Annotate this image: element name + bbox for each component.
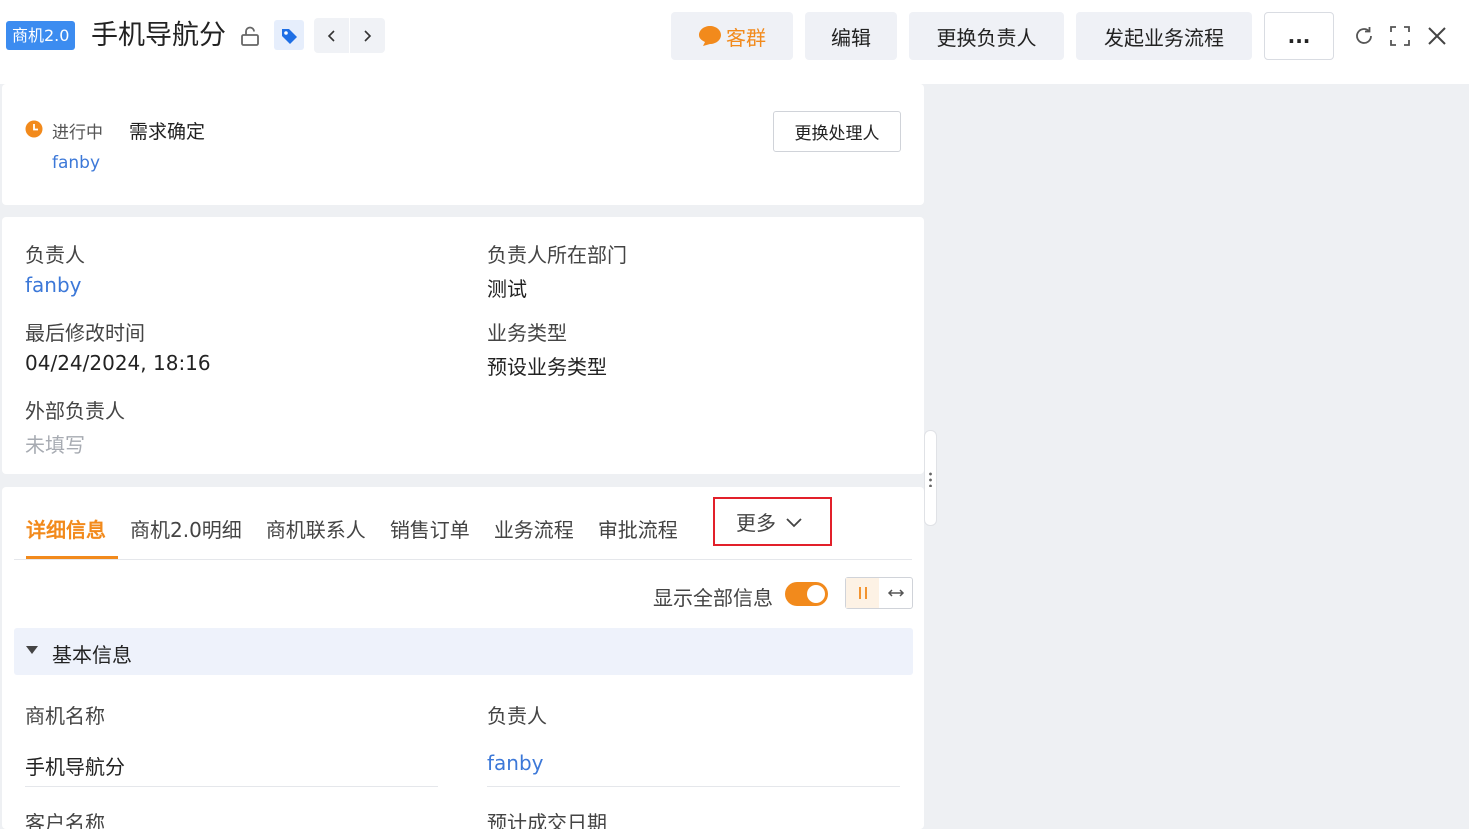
caret-down-icon — [26, 646, 38, 654]
prev-record-button[interactable] — [314, 18, 349, 53]
last-modified-value: 04/24/2024, 18:16 — [25, 351, 211, 375]
department-label: 负责人所在部门 — [487, 243, 627, 267]
tab-more-dropdown[interactable]: 更多 — [713, 497, 832, 546]
tab-opportunity-detail[interactable]: 商机2.0明细 — [118, 507, 254, 559]
chevron-left-icon — [327, 29, 335, 42]
next-record-button[interactable] — [349, 18, 384, 53]
basic-info-section-header[interactable]: 基本信息 — [14, 628, 913, 675]
detail-owner-link[interactable]: fanby — [487, 751, 544, 775]
external-owner-label: 外部负责人 — [25, 399, 125, 423]
two-column-layout-button[interactable] — [846, 578, 879, 608]
tab-more-label: 更多 — [736, 511, 776, 535]
drag-handle-icon — [929, 471, 932, 487]
field-divider — [487, 786, 900, 787]
last-modified-label: 最后修改时间 — [25, 321, 145, 345]
expected-close-date-label: 预计成交日期 — [487, 811, 607, 829]
opportunity-name-label: 商机名称 — [25, 704, 105, 728]
clock-icon — [25, 120, 43, 138]
business-type-value: 预设业务类型 — [487, 355, 607, 379]
customer-group-button[interactable]: 客群 — [671, 12, 793, 60]
columns-icon — [858, 587, 867, 599]
customer-group-label: 客群 — [726, 25, 766, 50]
field-divider — [25, 786, 438, 787]
opportunity-name-value: 手机导航分 — [25, 755, 125, 779]
detail-tabs: 详细信息 商机2.0明细 商机联系人 销售订单 业务流程 审批流程 — [14, 507, 690, 559]
change-handler-button[interactable]: 更换处理人 — [773, 111, 901, 152]
refresh-icon[interactable] — [1352, 24, 1376, 48]
stage-status: 进行中 — [52, 123, 103, 143]
record-header: 商机2.0 手机导航分 客群 编辑 更换负责人 发起业务流程 ... — [0, 0, 1469, 84]
chevron-right-icon — [364, 29, 372, 42]
record-title: 手机导航分 — [91, 20, 226, 51]
detail-owner-label: 负责人 — [487, 704, 547, 728]
arrows-horizontal-icon — [887, 589, 904, 597]
edit-button[interactable]: 编辑 — [805, 12, 897, 60]
section-title: 基本信息 — [52, 643, 132, 667]
tab-approval-flow[interactable]: 审批流程 — [586, 507, 690, 559]
tab-opportunity-contacts[interactable]: 商机联系人 — [254, 507, 378, 559]
show-all-info-label: 显示全部信息 — [653, 586, 773, 610]
layout-switch — [845, 577, 913, 609]
owner-label: 负责人 — [25, 243, 85, 267]
tab-sales-orders[interactable]: 销售订单 — [378, 507, 482, 559]
summary-card: 负责人 fanby 负责人所在部门 测试 最后修改时间 04/24/2024, … — [2, 217, 924, 474]
detail-card: 详细信息 商机2.0明细 商机联系人 销售订单 业务流程 审批流程 更多 显示全… — [2, 487, 924, 829]
customer-name-label: 客户名称 — [25, 811, 105, 829]
start-business-flow-button[interactable]: 发起业务流程 — [1076, 12, 1252, 60]
full-width-layout-button[interactable] — [879, 578, 912, 608]
object-type-badge: 商机2.0 — [6, 21, 76, 50]
stage-name: 需求确定 — [129, 121, 206, 143]
panel-resize-handle[interactable] — [924, 430, 937, 526]
department-value: 测试 — [487, 277, 527, 301]
stage-card: 进行中 需求确定 fanby 更换处理人 — [2, 84, 924, 205]
show-all-info-toggle[interactable] — [785, 582, 828, 606]
more-actions-button[interactable]: ... — [1264, 12, 1334, 60]
lock-icon[interactable] — [238, 24, 262, 48]
close-icon[interactable] — [1425, 24, 1449, 48]
fullscreen-icon[interactable] — [1388, 24, 1412, 48]
tabs-divider — [14, 559, 912, 560]
business-type-label: 业务类型 — [487, 321, 567, 345]
tab-detail-info[interactable]: 详细信息 — [14, 507, 118, 559]
stage-owner-link[interactable]: fanby — [52, 153, 100, 173]
tab-business-flow[interactable]: 业务流程 — [482, 507, 586, 559]
tag-icon[interactable] — [274, 20, 304, 50]
record-nav — [314, 18, 385, 53]
chevron-down-icon — [786, 517, 802, 527]
chat-bubble-icon — [699, 26, 721, 46]
owner-link[interactable]: fanby — [25, 273, 82, 297]
external-owner-value: 未填写 — [25, 433, 85, 457]
change-owner-button[interactable]: 更换负责人 — [909, 12, 1064, 60]
